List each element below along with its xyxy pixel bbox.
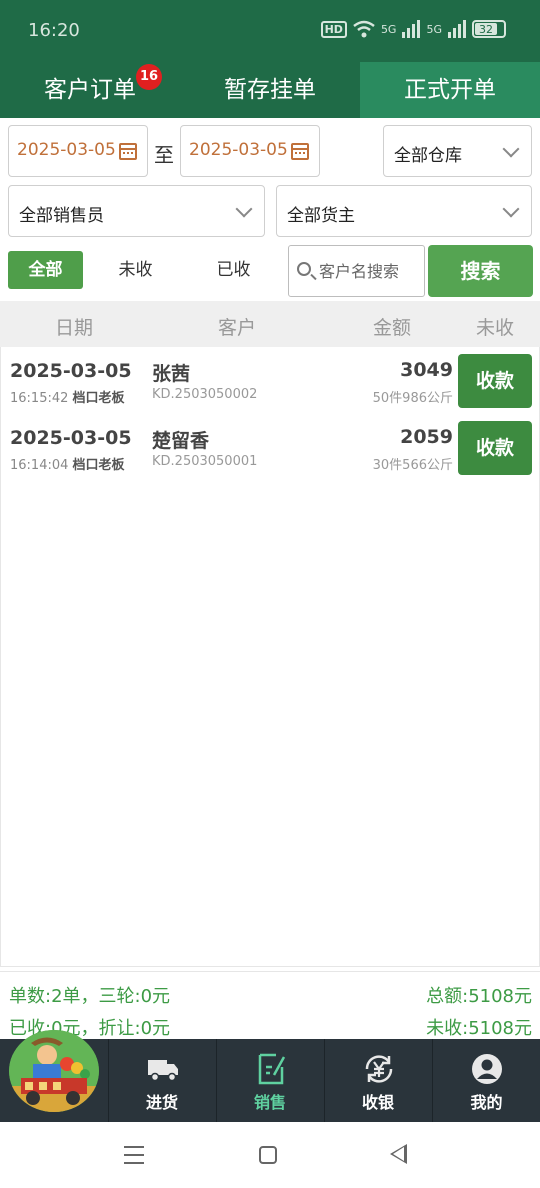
nav-sales[interactable]: 销售 (216, 1039, 323, 1122)
chevron-down-icon (502, 200, 520, 218)
salesperson-value: 全部销售员 (19, 206, 104, 226)
collect-payment-button[interactable]: 收款 (458, 354, 532, 408)
nav-purchase[interactable]: 进货 (108, 1039, 215, 1122)
start-date-picker[interactable]: 2025-03-05 (8, 125, 148, 177)
tab-label: 正式开单 (404, 77, 496, 103)
order-date: 2025-03-05 (10, 360, 132, 382)
top-tabs: 客户订单 16 暂存挂单 正式开单 (0, 62, 540, 118)
header-customer: 客户 (218, 317, 257, 339)
start-date-value: 2025-03-05 (17, 140, 116, 160)
order-time: 16:14:04 (10, 458, 69, 473)
network-5g-label: 5G (380, 22, 397, 36)
collect-payment-button[interactable]: 收款 (458, 421, 532, 475)
owner-value: 全部货主 (287, 206, 355, 226)
signal-icon (402, 20, 421, 38)
nav-label: 销售 (253, 1093, 286, 1112)
order-time-operator: 16:14:04 档口老板 (10, 454, 125, 473)
hd-icon: HD (320, 20, 347, 38)
order-customer: 张茜 (152, 363, 191, 385)
order-row[interactable]: 2025-03-05 16:15:42 档口老板 张茜 KD.250305000… (1, 347, 540, 414)
order-date: 2025-03-05 (10, 427, 132, 449)
end-date-picker[interactable]: 2025-03-05 (180, 125, 320, 177)
signal-icon-2 (448, 20, 466, 38)
home-icon[interactable] (259, 1146, 277, 1164)
tab-customer-orders[interactable]: 客户订单 16 (0, 62, 180, 118)
calendar-icon (291, 143, 309, 160)
order-number: KD.2503050002 (152, 387, 258, 402)
end-date-value: 2025-03-05 (189, 140, 288, 160)
calendar-icon (119, 143, 137, 160)
header-amount: 金额 (373, 317, 412, 339)
date-range-separator: 至 (154, 143, 174, 167)
customer-search-input[interactable] (319, 258, 419, 284)
filter-paid-button[interactable]: 已收 (196, 251, 271, 289)
order-time-operator: 16:15:42 档口老板 (10, 387, 125, 406)
chevron-down-icon (235, 200, 253, 218)
summary-unpaid: 未收:5108元 (426, 1018, 532, 1039)
nav-profile[interactable]: 我的 (432, 1039, 540, 1122)
system-nav-bar (0, 1122, 540, 1188)
yen-refresh-icon (365, 1055, 393, 1083)
order-number: KD.2503050001 (152, 454, 258, 469)
tab-label: 客户订单 (44, 77, 136, 103)
order-customer: 楚留香 (152, 430, 210, 452)
warehouse-value: 全部仓库 (394, 146, 462, 166)
status-icons: HD 5G 5G 32 (320, 20, 506, 38)
header-unpaid: 未收 (476, 317, 515, 339)
order-amount: 2059 (400, 426, 453, 448)
summary-total: 总额:5108元 (426, 986, 532, 1007)
status-time: 16:20 (28, 20, 80, 41)
user-icon (472, 1054, 502, 1084)
order-quantity: 30件566公斤 (372, 458, 453, 473)
battery-icon: 32 (472, 20, 506, 38)
order-operator: 档口老板 (72, 458, 125, 473)
owner-select[interactable]: 全部货主 (276, 185, 532, 237)
order-row[interactable]: 2025-03-05 16:14:04 档口老板 楚留香 KD.25030500… (1, 414, 540, 481)
nav-label: 我的 (470, 1093, 503, 1112)
summary-count: 单数:2单，三轮:0元 (9, 986, 171, 1007)
search-button[interactable]: 搜索 (428, 245, 533, 297)
tab-formal-invoice[interactable]: 正式开单 (360, 62, 540, 118)
search-icon (297, 262, 311, 276)
farmer-cart-illustration (9, 1030, 99, 1112)
nav-label: 进货 (145, 1093, 178, 1112)
tab-label: 暂存挂单 (224, 77, 316, 103)
summary-bar: 单数:2单，三轮:0元 总额:5108元 已收:0元，折让:0元 未收:5108… (0, 971, 540, 1041)
header-date: 日期 (55, 317, 94, 339)
tab-held-orders[interactable]: 暂存挂单 (180, 62, 360, 118)
edit-icon (258, 1053, 286, 1085)
warehouse-select[interactable]: 全部仓库 (383, 125, 532, 177)
back-icon[interactable] (390, 1144, 407, 1164)
chevron-down-icon (502, 140, 520, 158)
order-count-badge: 16 (136, 64, 162, 90)
network-5g-label-2: 5G (426, 22, 442, 36)
order-operator: 档口老板 (72, 391, 125, 406)
filter-unpaid-button[interactable]: 未收 (98, 251, 173, 289)
battery-level: 32 (475, 23, 497, 36)
wifi-icon (353, 20, 375, 38)
salesperson-select[interactable]: 全部销售员 (8, 185, 265, 237)
order-time: 16:15:42 (10, 391, 69, 406)
menu-icon[interactable] (124, 1146, 144, 1164)
app-logo[interactable] (9, 1030, 99, 1112)
status-bar: 16:20 HD 5G 5G 32 (0, 0, 540, 62)
nav-label: 收银 (361, 1093, 394, 1112)
list-header: 日期 客户 金额 未收 (0, 301, 540, 347)
order-list: 2025-03-05 16:15:42 档口老板 张茜 KD.250305000… (0, 347, 540, 967)
truck-icon (148, 1060, 178, 1082)
nav-cashier[interactable]: 收银 (324, 1039, 431, 1122)
customer-search-box (288, 245, 425, 297)
filter-all-button[interactable]: 全部 (8, 251, 83, 289)
order-quantity: 50件986公斤 (372, 391, 453, 406)
order-amount: 3049 (400, 359, 453, 381)
